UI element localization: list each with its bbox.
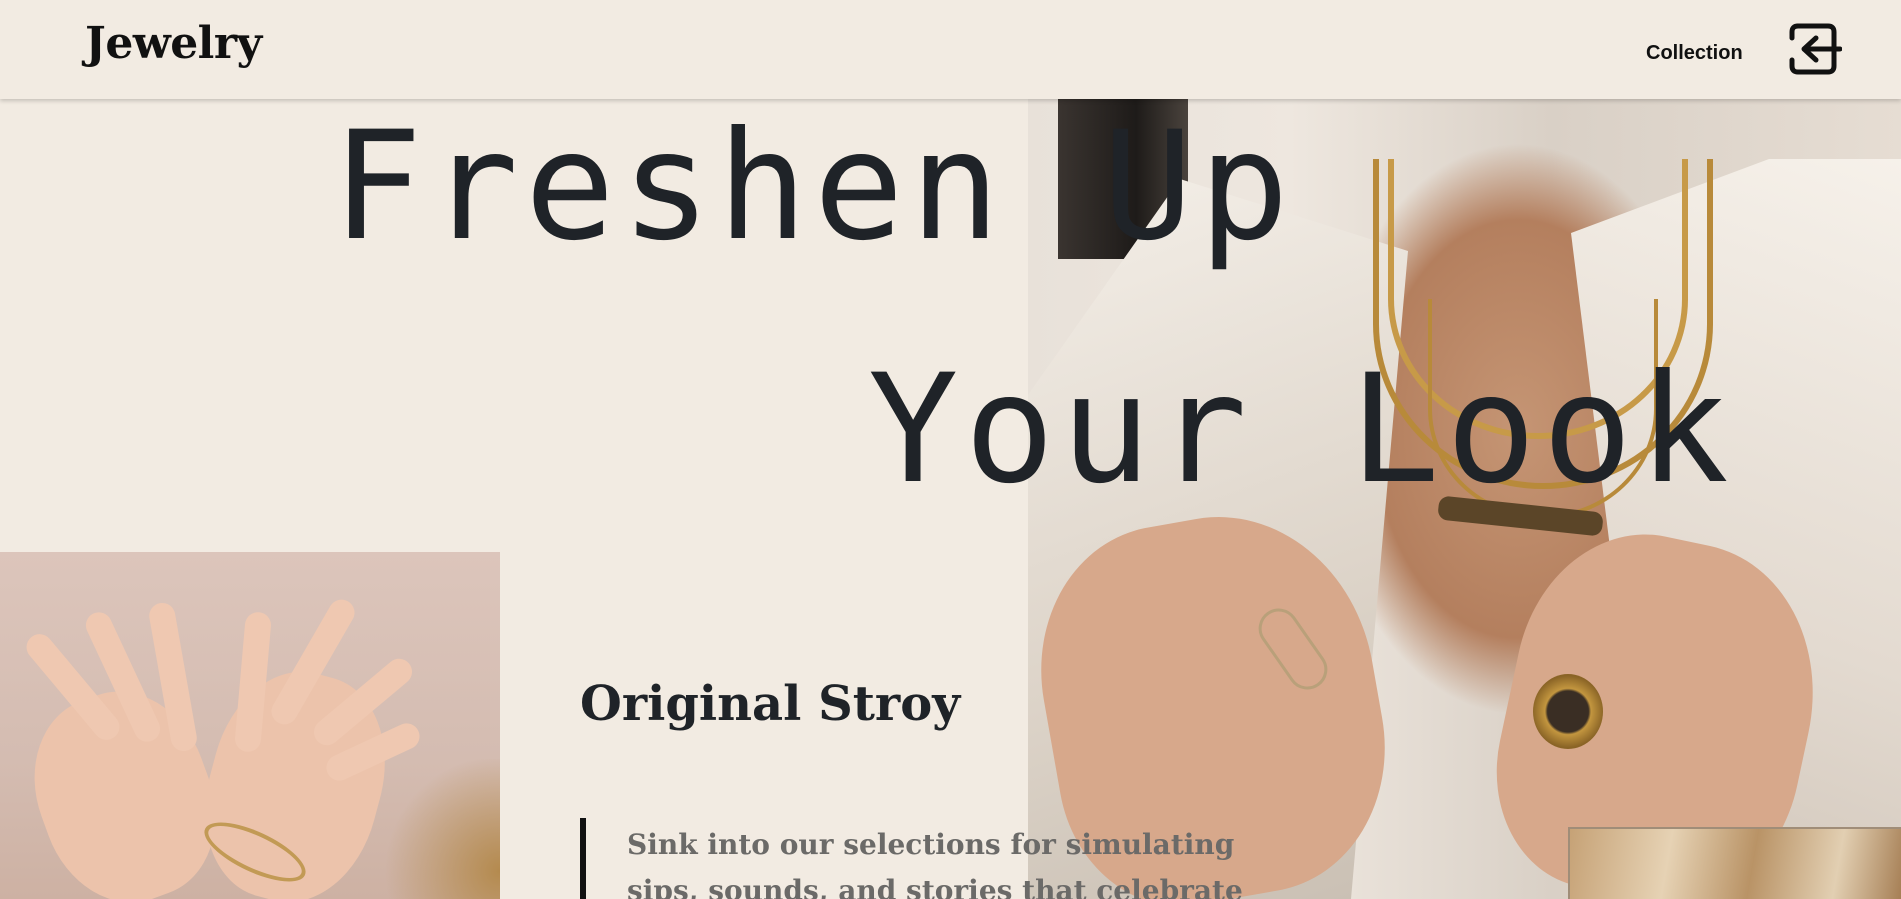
hero-headline-line2: Your Look — [868, 343, 1735, 517]
story-text: Sink into our selections for simulating … — [627, 828, 1243, 899]
hair-jewelry-photo — [1568, 827, 1901, 899]
hero-headline-line1: Freshen Up — [332, 100, 1296, 274]
hands-jewelry-photo — [0, 552, 500, 899]
site-header: Jewelry Collection — [0, 0, 1901, 99]
nav-collection-link[interactable]: Collection — [1646, 42, 1743, 65]
story-accent-bar — [580, 818, 586, 899]
site-logo[interactable]: Jewelry — [85, 18, 262, 69]
story-title: Original Stroy — [580, 676, 961, 732]
sign-in-icon[interactable] — [1784, 22, 1842, 76]
